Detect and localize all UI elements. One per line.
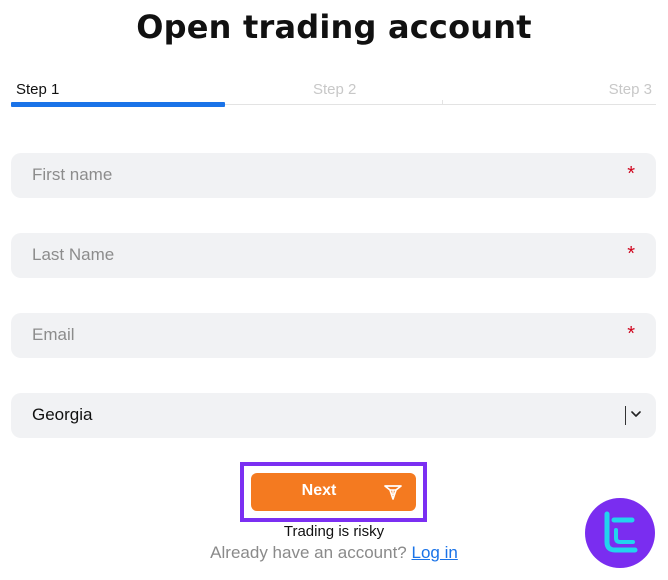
step-1-label: Step 1 (16, 81, 60, 98)
login-prompt-text: Already have an account? (210, 543, 407, 562)
next-button[interactable]: Next (251, 473, 416, 511)
next-button-label: Next (301, 482, 337, 499)
chevron-down-icon[interactable] (630, 406, 642, 422)
required-marker: * (627, 323, 635, 345)
stepper-progress-bar (11, 102, 225, 107)
tradingfinder-logo-icon (585, 498, 655, 568)
risk-warning: Trading is risky (283, 523, 385, 540)
last-name-field[interactable]: Last Name * (11, 233, 656, 278)
brand-logo-icon (384, 485, 402, 500)
required-marker: * (627, 243, 635, 265)
email-placeholder: Email (32, 325, 75, 344)
next-button-highlight: Next (240, 462, 427, 522)
login-prompt: Already have an account? Log in (0, 543, 668, 563)
last-name-placeholder: Last Name (32, 245, 115, 264)
page-title: Open trading account (136, 8, 532, 46)
country-value: Georgia (32, 405, 93, 424)
login-link[interactable]: Log in (412, 543, 458, 562)
select-separator (625, 406, 626, 425)
country-select[interactable]: Georgia (11, 393, 656, 438)
required-marker: * (627, 163, 635, 185)
step-2-label: Step 2 (313, 81, 357, 98)
stepper: Step 1 Step 2 Step 3 (11, 78, 656, 108)
email-field[interactable]: Email * (11, 313, 656, 358)
first-name-field[interactable]: First name * (11, 153, 656, 198)
stepper-divider (442, 100, 443, 105)
first-name-placeholder: First name (32, 165, 113, 184)
step-3-label: Step 3 (608, 81, 652, 98)
